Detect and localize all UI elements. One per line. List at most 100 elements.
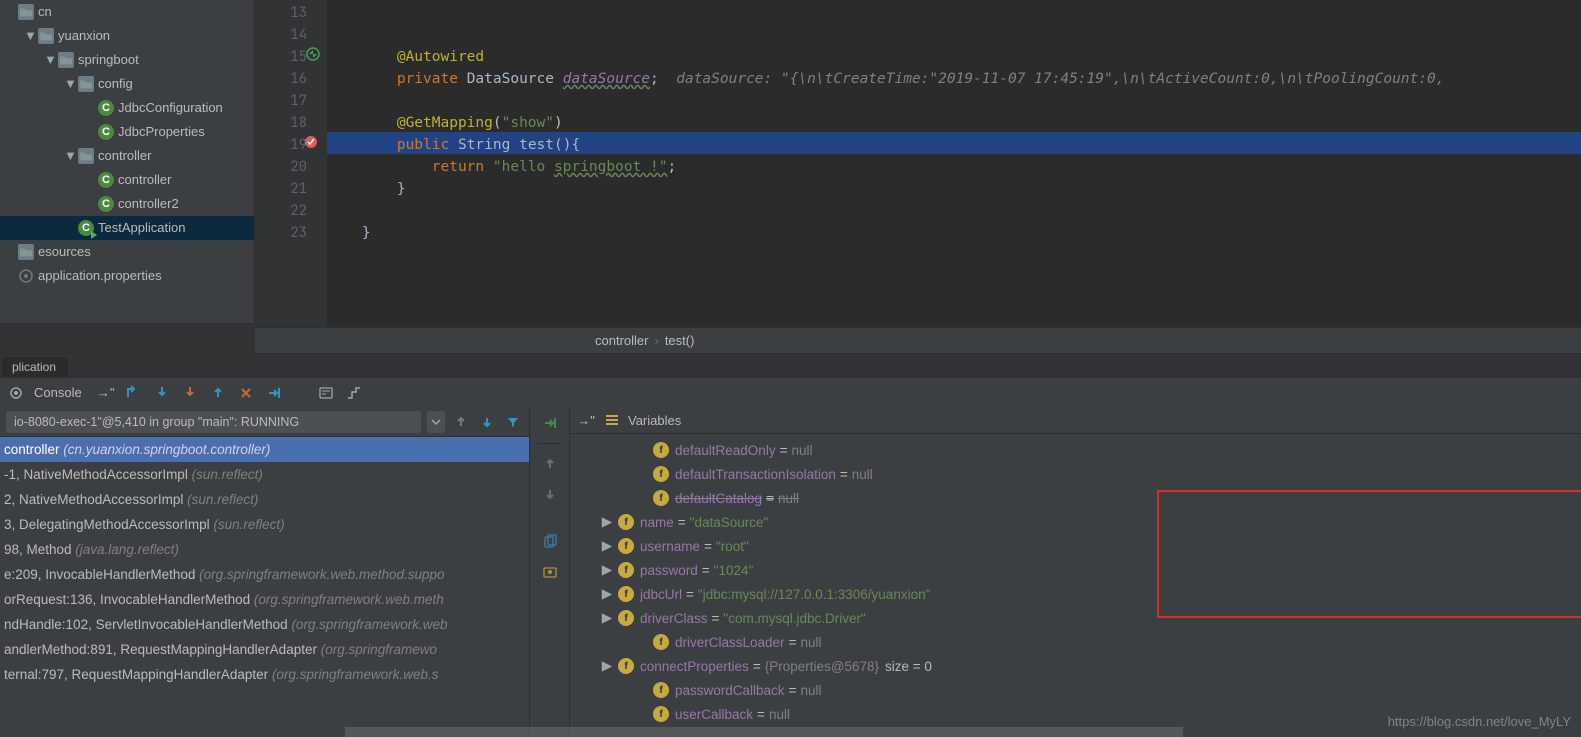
chevron-icon[interactable]: ▼ [64,72,76,96]
line-number[interactable]: 17 [255,90,307,112]
tree-node[interactable]: ▼springboot [0,48,254,72]
expand-icon[interactable]: ▶ [600,586,614,602]
trace-icon[interactable] [344,383,364,403]
breadcrumb[interactable]: controller › test() [255,327,1581,353]
stack-frame[interactable]: controller (cn.yuanxion.springboot.contr… [0,437,529,462]
line-number[interactable]: 13 [255,2,307,24]
variable-row[interactable]: fdriverClassLoader = null [570,630,1581,654]
expand-icon[interactable]: ▶ [600,610,614,626]
variable-row[interactable]: ▶fdriverClass = "com.mysql.jdbc.Driver" [570,606,1581,630]
tree-node[interactable]: Ccontroller [0,168,254,192]
tree-node[interactable]: CTestApplication [0,216,254,240]
attach-icon[interactable]: →" [96,383,116,403]
debug-toolbar: Console →" [0,377,1581,407]
chevron-icon[interactable]: ▼ [44,48,56,72]
tree-node[interactable]: cn [0,0,254,24]
folder-icon [18,4,34,20]
tree-label: controller [118,168,171,192]
step-over-icon[interactable] [124,383,144,403]
line-number[interactable]: 16 [255,68,307,90]
tree-node[interactable]: ▼config [0,72,254,96]
tree-label: yuanxion [58,24,110,48]
variable-row[interactable]: ▶fusername = "root" [570,534,1581,558]
line-number[interactable]: 14 [255,24,307,46]
evaluate-icon[interactable] [316,383,336,403]
line-number[interactable]: 20 [255,156,307,178]
variable-name: defaultTransactionIsolation [675,467,836,482]
stack-frame[interactable]: 3, DelegatingMethodAccessorImpl (sun.ref… [0,512,529,537]
step-out-icon[interactable] [208,383,228,403]
tree-node[interactable]: ▼ yuanxion [0,24,254,48]
tree-label: cn [38,0,52,24]
force-step-into-icon[interactable] [180,383,200,403]
add-watch-icon[interactable] [540,413,560,433]
variable-name: password [640,563,698,578]
prev-frame-icon[interactable] [451,412,471,432]
stack-frame[interactable]: ternal:797, RequestMappingHandlerAdapter… [0,662,529,687]
expand-icon[interactable]: ▶ [600,514,614,530]
variables-title: Variables [628,413,681,428]
chevron-icon[interactable]: ▼ [24,24,36,48]
tab-application[interactable]: plication [2,357,68,377]
stack-frame[interactable]: orRequest:136, InvocableHandlerMethod (o… [0,587,529,612]
expand-icon[interactable]: ▶ [600,658,614,674]
stack-frame[interactable]: ndHandle:102, ServletInvocableHandlerMet… [0,612,529,637]
nav-up-icon[interactable] [540,454,560,474]
line-number[interactable]: 18 [255,112,307,134]
variable-row[interactable]: ▶fpassword = "1024" [570,558,1581,582]
tree-node[interactable]: CJdbcProperties [0,120,254,144]
stack-frame[interactable]: -1, NativeMethodAccessorImpl (sun.reflec… [0,462,529,487]
expand-icon[interactable]: ▶ [600,538,614,554]
stack-frame[interactable]: e:209, InvocableHandlerMethod (org.sprin… [0,562,529,587]
dropdown-icon[interactable] [427,411,445,433]
next-frame-icon[interactable] [477,412,497,432]
line-number[interactable]: 15 [255,46,307,68]
stack-frame[interactable]: 98, Method (java.lang.reflect) [0,537,529,562]
variable-row[interactable]: fdefaultTransactionIsolation = null [570,462,1581,486]
chevron-icon[interactable]: ▼ [64,144,76,168]
line-number[interactable]: 22 [255,200,307,222]
tree-node[interactable]: ▼controller [0,144,254,168]
annotation-autowired: @Autowired [397,49,484,65]
console-label[interactable]: Console [34,385,82,400]
thread-selector[interactable]: io-8080-exec-1"@5,410 in group "main": R… [6,411,421,433]
class-icon: C [98,172,114,188]
show-icon[interactable] [540,562,560,582]
folder-icon [78,76,94,92]
line-number[interactable]: 21 [255,178,307,200]
attach-icon[interactable]: →" [576,410,596,430]
variable-row[interactable]: ▶fconnectProperties = {Properties@5678} … [570,654,1581,678]
variable-row[interactable]: ▶fname = "dataSource" [570,510,1581,534]
tree-node[interactable]: application.properties [0,264,254,288]
variable-row[interactable]: fdefaultCatalog = null [570,486,1581,510]
variable-row[interactable]: fpasswordCallback = null [570,678,1581,702]
tree-node[interactable]: Ccontroller2 [0,192,254,216]
nav-down-icon[interactable] [540,484,560,504]
breakpoint-icon[interactable] [303,134,319,150]
breadcrumb-item[interactable]: controller [595,333,648,348]
line-number[interactable]: 19 [255,134,307,156]
variable-value: null [769,707,790,722]
filter-icon[interactable] [503,412,523,432]
step-into-icon[interactable] [152,383,172,403]
variable-row[interactable]: ▶fjdbcUrl = "jdbc:mysql://127.0.0.1:3306… [570,582,1581,606]
copy-icon[interactable] [540,532,560,552]
drop-frame-icon[interactable] [236,383,256,403]
variable-name: userCallback [675,707,753,722]
run-to-cursor-icon[interactable] [264,383,284,403]
tree-node[interactable]: esources [0,240,254,264]
debugger-icon[interactable] [6,383,26,403]
code-editor[interactable]: @Autowired private DataSource dataSource… [327,0,1581,327]
project-tree[interactable]: cn▼yuanxion▼springboot▼configCJdbcConfig… [0,0,255,353]
expand-icon[interactable]: ▶ [600,562,614,578]
breadcrumb-item[interactable]: test() [665,333,695,348]
variable-row[interactable]: fdefaultReadOnly = null [570,438,1581,462]
stack-frame[interactable]: andlerMethod:891, RequestMappingHandlerA… [0,637,529,662]
tree-label: controller2 [118,192,179,216]
line-number[interactable]: 23 [255,222,307,244]
tree-node[interactable]: CJdbcConfiguration [0,96,254,120]
stack-frame[interactable]: 2, NativeMethodAccessorImpl (sun.reflect… [0,487,529,512]
variable-name: passwordCallback [675,683,785,698]
variables-panel: →" Variables fdefaultReadOnly = nullfdef… [570,407,1581,737]
tree-label: JdbcConfiguration [118,96,223,120]
